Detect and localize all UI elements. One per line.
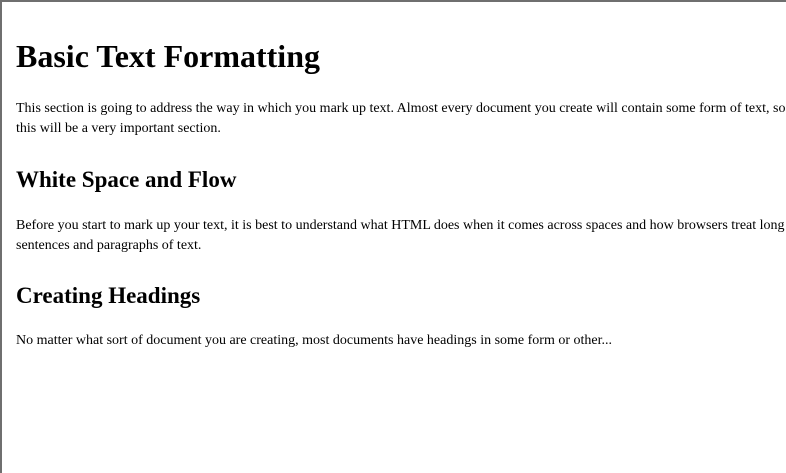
section-heading-creating-headings: Creating Headings (16, 283, 201, 308)
browser-viewport: Basic Text Formatting This section is go… (0, 0, 786, 473)
intro-paragraph: This section is going to address the way… (16, 101, 786, 136)
section-paragraph-creating-headings: No matter what sort of document you are … (16, 333, 613, 348)
section-heading-white-space: White Space and Flow (16, 167, 237, 192)
page-title: Basic Text Formatting (16, 38, 320, 74)
section-paragraph-white-space: Before you start to mark up your text, i… (16, 218, 785, 253)
